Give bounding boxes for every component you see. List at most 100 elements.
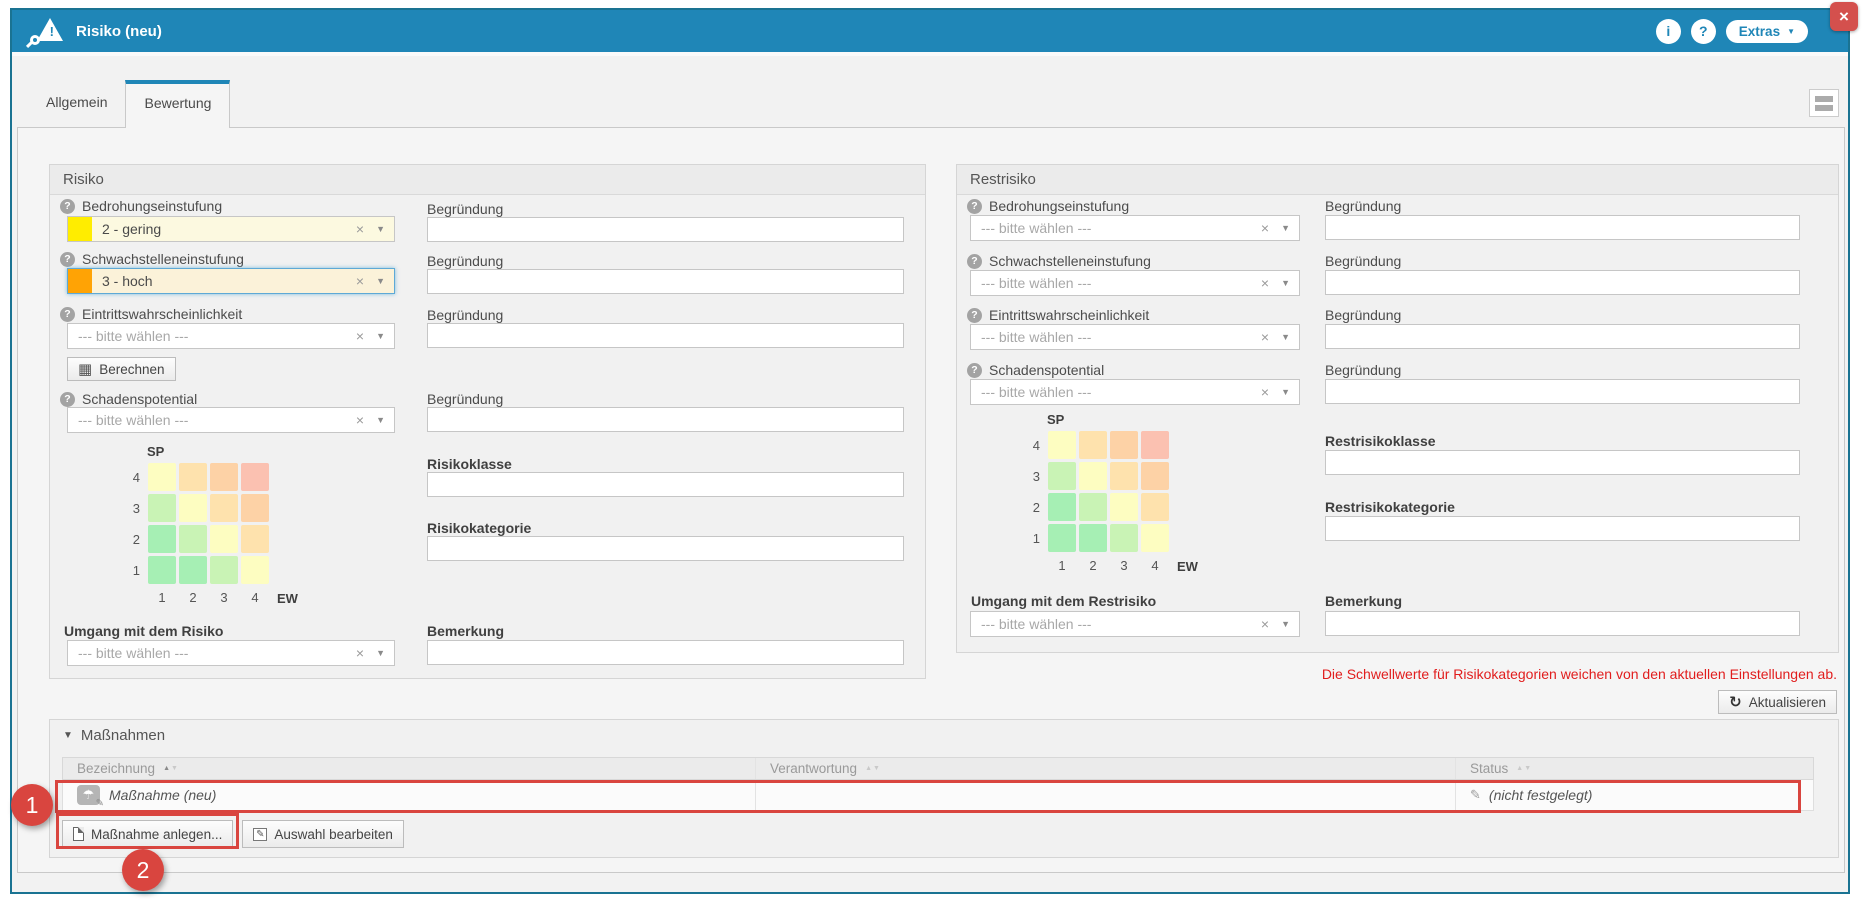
field-help-icon[interactable]: ?	[60, 307, 75, 322]
restrisiko-panel-title: Restrisiko	[957, 165, 1838, 195]
begruendung-input[interactable]	[1325, 215, 1800, 240]
column-header-bezeichnung[interactable]: Bezeichnung ▲▼	[63, 758, 756, 779]
chevron-down-icon[interactable]: ▼	[1281, 278, 1290, 288]
begruendung-input[interactable]	[427, 407, 904, 432]
placeholder-text: --- bitte wählen ---	[971, 220, 1261, 236]
field-help-icon[interactable]: ?	[967, 363, 982, 378]
risikoklasse-input[interactable]	[427, 472, 904, 497]
verantwortung-cell[interactable]	[756, 780, 1456, 810]
restrisikoklasse-input[interactable]	[1325, 450, 1800, 475]
bemerkung-input[interactable]	[1325, 611, 1800, 636]
placeholder-text: --- bitte wählen ---	[68, 412, 356, 428]
restrisikokategorie-input[interactable]	[1325, 516, 1800, 541]
clear-icon[interactable]: ×	[356, 273, 364, 289]
field-help-icon[interactable]: ?	[967, 199, 982, 214]
rest-bedrohungseinstufung-select[interactable]: --- bitte wählen --- × ▼	[970, 215, 1300, 241]
sort-icons[interactable]: ▲▼	[865, 765, 881, 772]
begruendung-label: Begründung	[427, 201, 503, 217]
eintrittswahrscheinlichkeit-select[interactable]: --- bitte wählen --- × ▼	[67, 323, 395, 349]
column-header-verantwortung[interactable]: Verantwortung ▲▼	[756, 758, 1456, 779]
tab-bewertung[interactable]: Bewertung	[125, 80, 230, 128]
chevron-down-icon[interactable]: ▼	[376, 648, 385, 658]
sort-icons[interactable]: ▲▼	[163, 765, 179, 772]
bezeichnung-cell[interactable]: ☂✎ Maßnahme (neu)	[63, 780, 756, 810]
berechnen-button[interactable]: ▦ Berechnen	[67, 357, 176, 381]
begruendung-label: Begründung	[427, 253, 503, 269]
risiko-panel-title: Risiko	[50, 165, 925, 195]
chevron-down-icon[interactable]: ▼	[376, 331, 385, 341]
field-help-icon[interactable]: ?	[967, 308, 982, 323]
clear-icon[interactable]: ×	[1261, 329, 1269, 345]
umgang-risiko-select[interactable]: --- bitte wählen --- × ▼	[67, 640, 395, 666]
begruendung-input[interactable]	[427, 323, 904, 348]
clear-icon[interactable]: ×	[356, 221, 364, 237]
begruendung-input[interactable]	[427, 269, 904, 294]
bedrohungseinstufung-select[interactable]: 2 - gering × ▼	[67, 216, 395, 242]
schwachstelleneinstufung-label: ? Schwachstelleneinstufung	[967, 253, 1151, 269]
schwachstelleneinstufung-select[interactable]: 3 - hoch × ▼	[67, 268, 395, 294]
clear-icon[interactable]: ×	[1261, 275, 1269, 291]
matrix-cell	[210, 494, 238, 522]
field-help-icon[interactable]: ?	[967, 254, 982, 269]
bemerkung-input[interactable]	[427, 640, 904, 665]
help-icon[interactable]: ?	[1691, 19, 1716, 44]
chevron-down-icon[interactable]: ▼	[376, 276, 385, 286]
threshold-warning-text: Die Schwellwerte für Risikokategorien we…	[1322, 666, 1837, 682]
column-header-status[interactable]: Status ▲▼	[1456, 758, 1813, 779]
auswahl-bearbeiten-button[interactable]: ✎ Auswahl bearbeiten	[242, 820, 404, 848]
umgang-restrisiko-select[interactable]: --- bitte wählen --- × ▼	[970, 611, 1300, 637]
chevron-down-icon[interactable]: ▼	[376, 415, 385, 425]
clear-icon[interactable]: ×	[1261, 384, 1269, 400]
restrisikoklasse-label: Restrisikoklasse	[1325, 433, 1436, 449]
rest-eintrittswahrscheinlichkeit-select[interactable]: --- bitte wählen --- × ▼	[970, 324, 1300, 350]
clear-icon[interactable]: ×	[1261, 220, 1269, 236]
risk-matrix-grid: 43211234	[125, 463, 269, 605]
risikokategorie-input[interactable]	[427, 536, 904, 561]
matrix-cell	[179, 463, 207, 491]
eintrittswahrscheinlichkeit-label: ? Eintrittswahrscheinlichkeit	[60, 306, 242, 322]
collapse-icon[interactable]: ▼	[63, 720, 73, 752]
extras-button[interactable]: Extras ▼	[1726, 20, 1808, 43]
massnahme-anlegen-button[interactable]: Maßnahme anlegen...	[62, 820, 233, 848]
close-button[interactable]: ×	[1830, 2, 1858, 31]
chevron-down-icon[interactable]: ▼	[1281, 387, 1290, 397]
begruendung-label: Begründung	[1325, 198, 1401, 214]
sort-icons[interactable]: ▲▼	[1516, 765, 1532, 772]
schadenspotential-select[interactable]: --- bitte wählen --- × ▼	[67, 407, 395, 433]
matrix-row-label: 3	[125, 501, 145, 516]
begruendung-input[interactable]	[427, 217, 904, 242]
bemerkung-label: Bemerkung	[1325, 593, 1402, 609]
matrix-col-label: 1	[1048, 555, 1076, 573]
field-help-icon[interactable]: ?	[60, 199, 75, 214]
rest-schwachstelleneinstufung-select[interactable]: --- bitte wählen --- × ▼	[970, 270, 1300, 296]
chevron-down-icon[interactable]: ▼	[1281, 619, 1290, 629]
chevron-down-icon[interactable]: ▼	[1281, 223, 1290, 233]
aktualisieren-button[interactable]: ↻ Aktualisieren	[1718, 690, 1837, 714]
placeholder-text: --- bitte wählen ---	[971, 384, 1261, 400]
matrix-cell	[1141, 524, 1169, 552]
clear-icon[interactable]: ×	[356, 328, 364, 344]
matrix-cell	[1048, 431, 1076, 459]
clear-icon[interactable]: ×	[1261, 616, 1269, 632]
clear-icon[interactable]: ×	[356, 412, 364, 428]
status-cell[interactable]: ✎ (nicht festgelegt)	[1456, 780, 1813, 810]
tab-allgemein[interactable]: Allgemein	[28, 80, 125, 128]
chevron-down-icon[interactable]: ▼	[1281, 332, 1290, 342]
field-help-icon[interactable]: ?	[60, 252, 75, 267]
massnahmen-section-header[interactable]: ▼ Maßnahmen	[50, 720, 1838, 752]
begruendung-input[interactable]	[1325, 379, 1800, 404]
new-document-icon	[73, 827, 84, 841]
info-icon[interactable]: i	[1656, 19, 1681, 44]
layout-list-button[interactable]	[1809, 89, 1839, 117]
chevron-down-icon[interactable]: ▼	[376, 224, 385, 234]
table-row[interactable]: ☂✎ Maßnahme (neu) ✎ (nicht festgelegt)	[62, 780, 1814, 811]
begruendung-input[interactable]	[1325, 324, 1800, 349]
field-help-icon[interactable]: ?	[60, 392, 75, 407]
matrix-row-label: 4	[125, 470, 145, 485]
clear-icon[interactable]: ×	[356, 645, 364, 661]
begruendung-input[interactable]	[1325, 270, 1800, 295]
massnahmen-table: Bezeichnung ▲▼ Verantwortung ▲▼ Status ▲…	[62, 757, 1814, 811]
chevron-down-icon: ▼	[1787, 27, 1795, 36]
rest-schadenspotential-select[interactable]: --- bitte wählen --- × ▼	[970, 379, 1300, 405]
pencil-icon: ✎	[1470, 787, 1481, 803]
